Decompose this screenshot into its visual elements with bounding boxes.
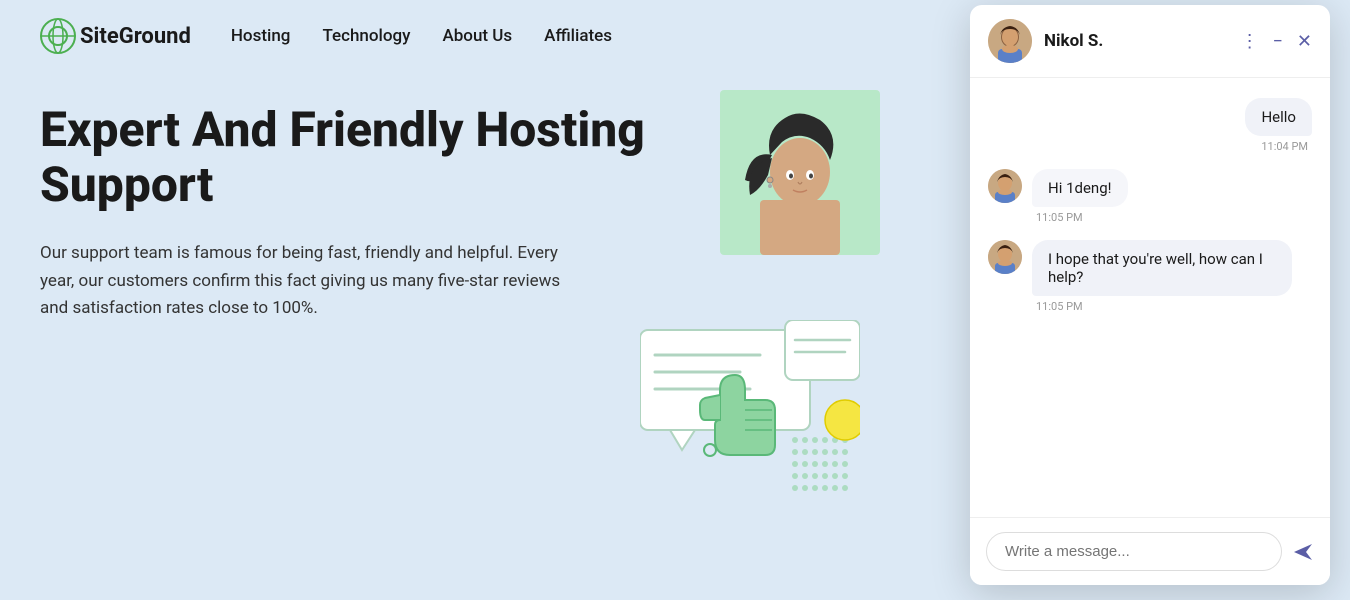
hero-section: Expert And Friendly Hosting Support Our … xyxy=(0,72,700,322)
agent-small-avatar-2-svg xyxy=(988,240,1022,274)
nav-links: Hosting Technology About Us Affiliates xyxy=(231,26,612,46)
message-2: Hi 1deng! 11:05 PM xyxy=(988,169,1312,224)
agent-avatar-svg xyxy=(988,19,1032,63)
more-options-icon[interactable]: ⋮ xyxy=(1241,31,1259,52)
message-3: I hope that you're well, how can I help?… xyxy=(988,240,1312,313)
message-bubble-1: Hello xyxy=(1245,98,1312,136)
logo-text: SiteGround xyxy=(80,24,191,49)
nav-link-technology[interactable]: Technology xyxy=(322,26,410,46)
nav-link-affiliates[interactable]: Affiliates xyxy=(544,26,612,46)
nav-item-about-us[interactable]: About Us xyxy=(442,26,512,46)
send-button[interactable] xyxy=(1292,541,1314,563)
hero-heading: Expert And Friendly Hosting Support xyxy=(40,102,660,212)
agent-small-avatar-svg xyxy=(988,169,1022,203)
message-time-1: 11:04 PM xyxy=(1261,140,1312,153)
send-icon xyxy=(1292,541,1314,563)
nav-link-about-us[interactable]: About Us xyxy=(442,26,512,46)
logo[interactable]: SiteGround xyxy=(40,18,191,54)
close-icon[interactable]: ✕ xyxy=(1297,31,1312,52)
message-time-2: 11:05 PM xyxy=(1032,211,1128,224)
nav-item-hosting[interactable]: Hosting xyxy=(231,26,291,46)
message-bubble-3: I hope that you're well, how can I help? xyxy=(1032,240,1292,296)
character-illustration xyxy=(720,90,880,255)
nav-item-affiliates[interactable]: Affiliates xyxy=(544,26,612,46)
nav-link-hosting[interactable]: Hosting xyxy=(231,26,291,46)
message-time-3: 11:05 PM xyxy=(1032,300,1292,313)
agent-small-avatar-2 xyxy=(988,240,1022,274)
message-2-content: Hi 1deng! 11:05 PM xyxy=(1032,169,1128,224)
thumbs-illustration xyxy=(640,320,840,490)
chat-input-area xyxy=(970,517,1330,585)
person-svg xyxy=(730,100,870,255)
message-bubble-2: Hi 1deng! xyxy=(1032,169,1128,207)
agent-small-avatar xyxy=(988,169,1022,203)
chat-widget: Nikol S. ⋮ − ✕ Hello 11:04 PM xyxy=(970,5,1330,585)
hero-body: Our support team is famous for being fas… xyxy=(40,240,580,322)
siteground-logo-icon xyxy=(40,18,76,54)
message-input[interactable] xyxy=(986,532,1282,571)
chat-header: Nikol S. ⋮ − ✕ xyxy=(970,5,1330,78)
message-3-content: I hope that you're well, how can I help?… xyxy=(1032,240,1292,313)
agent-avatar xyxy=(988,19,1032,63)
chat-header-actions: ⋮ − ✕ xyxy=(1241,31,1312,52)
illustration-area xyxy=(620,90,970,580)
agent-name: Nikol S. xyxy=(1044,31,1229,51)
message-1: Hello 11:04 PM xyxy=(988,98,1312,153)
nav-item-technology[interactable]: Technology xyxy=(322,26,410,46)
minimize-icon[interactable]: − xyxy=(1273,31,1283,52)
thumbs-svg xyxy=(640,320,860,495)
chat-messages: Hello 11:04 PM Hi 1deng! 11:05 PM xyxy=(970,78,1330,517)
